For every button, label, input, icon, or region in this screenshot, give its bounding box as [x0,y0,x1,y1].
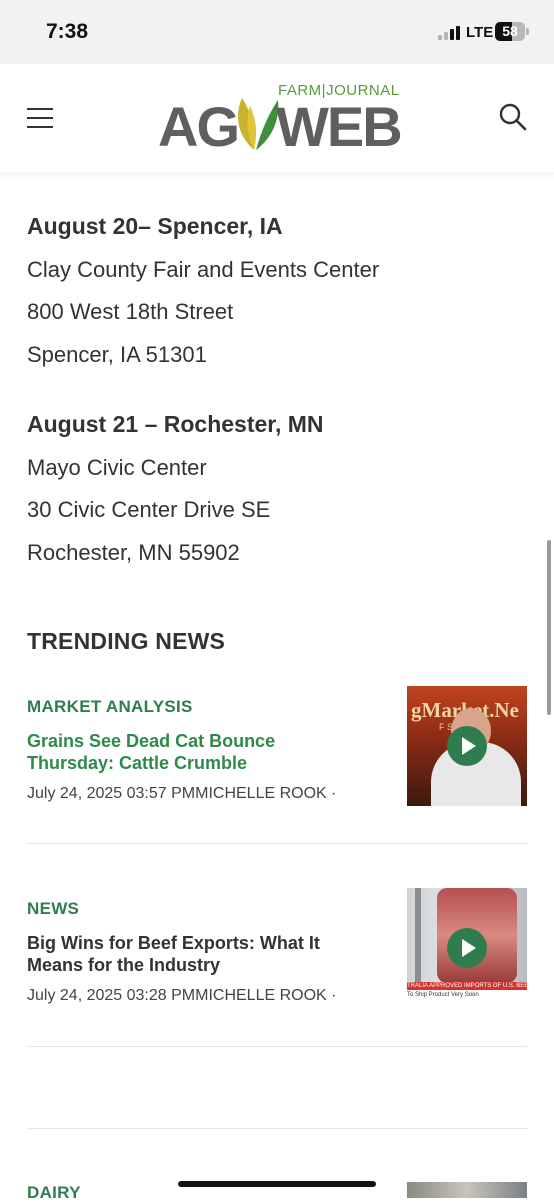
play-icon[interactable] [447,726,487,766]
logo-web: WEB [276,95,403,158]
agweb-logo[interactable]: FARM|JOURNAL AG WEB [158,80,403,158]
event-city: Rochester, MN 55902 [27,540,240,565]
divider [27,1046,527,1047]
battery-level: 58 [502,23,518,39]
wheat-leaf-icon [238,98,279,150]
site-header: FARM|JOURNAL AG WEB [0,64,554,172]
battery-icon: 58 [495,22,525,41]
trending-news-heading: TRENDING NEWS [27,628,226,654]
news-category[interactable]: MARKET ANALYSIS [27,697,193,717]
event-venue: Mayo Civic Center [27,455,207,480]
news-thumbnail[interactable]: TRALIA APPROVED IMPORTS OF U.S. BEEF OF … [407,888,527,1008]
event-title: August 21 – Rochester, MN [27,411,324,437]
logo-ag: AG [158,95,240,158]
status-time: 7:38 [46,20,89,43]
divider [27,1128,527,1129]
news-title[interactable]: Grains See Dead Cat Bounce Thursday: Cat… [27,730,357,774]
divider [27,843,527,844]
news-category[interactable]: NEWS [27,899,79,919]
battery-tip [526,28,529,35]
news-thumbnail[interactable]: gMarket.Ne F SION OF [407,686,527,806]
news-meta: July 24, 2025 03:28 PMMICHELLE ROOK · [27,987,337,1004]
event-street: 30 Civic Center Drive SE [27,497,271,522]
news-category[interactable]: DAIRY [27,1183,81,1203]
rail [415,888,421,983]
thumb-caption: TRALIA APPROVED IMPORTS OF U.S. BEEF OF … [407,982,527,990]
menu-icon[interactable] [27,108,53,128]
home-indicator[interactable] [178,1181,376,1187]
network-type: LTE [466,24,494,41]
event-venue: Clay County Fair and Events Center [27,257,380,282]
news-title[interactable]: Big Wins for Beef Exports: What It Means… [27,932,357,976]
event-title: August 20– Spencer, IA [27,213,283,239]
search-icon[interactable] [498,102,528,132]
news-thumbnail[interactable] [407,1182,527,1198]
play-icon[interactable] [447,928,487,968]
thumb-caption-sub: To Ship Product Very Soon [407,990,527,1008]
news-meta: July 24, 2025 03:57 PMMICHELLE ROOK · [27,785,337,802]
scrollbar[interactable] [547,540,551,715]
event-street: 800 West 18th Street [27,299,234,324]
status-bar: 7:38 LTE 58 [0,0,554,64]
event-city: Spencer, IA 51301 [27,342,207,367]
